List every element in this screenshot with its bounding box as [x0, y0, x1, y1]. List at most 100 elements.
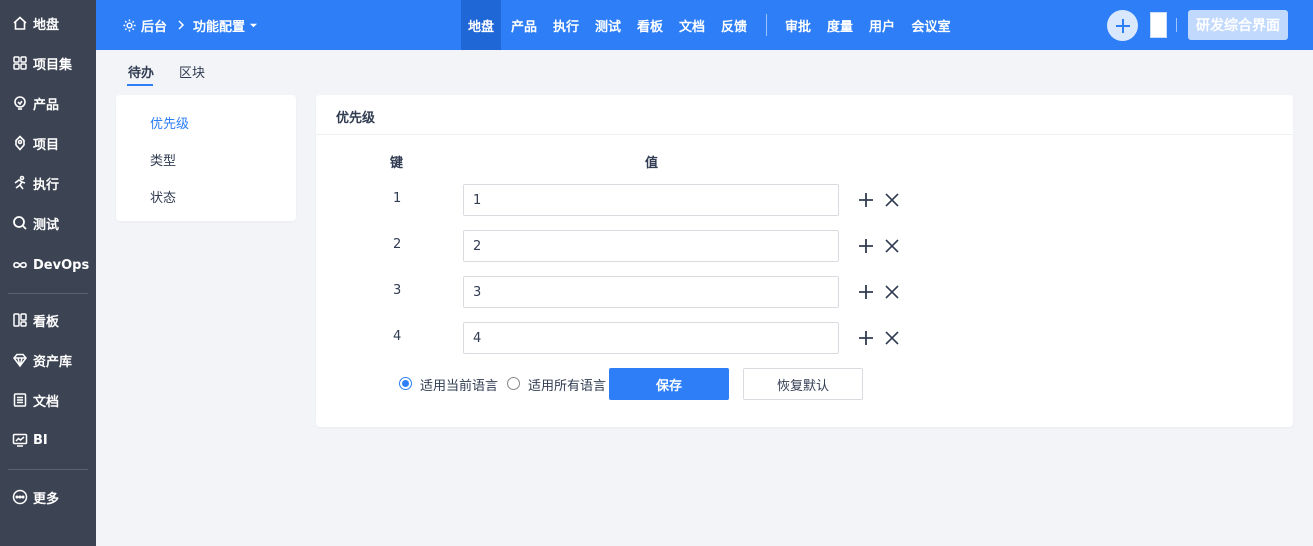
nav-label: 度量	[826, 19, 853, 35]
lightbulb-icon	[14, 96, 26, 110]
nav-dashboard[interactable]: 地盘	[461, 0, 501, 50]
breadcrumb-root[interactable]: 后台	[122, 0, 167, 50]
value-input[interactable]	[463, 322, 839, 354]
sidebar-item-more[interactable]: 更多	[0, 477, 96, 517]
nav-label: 地盘	[467, 19, 494, 35]
sidebar-item-assets[interactable]: 资产库	[0, 340, 96, 380]
close-icon[interactable]	[884, 330, 900, 346]
sidebar-item-test[interactable]: 测试	[0, 203, 96, 243]
value-input[interactable]	[463, 230, 839, 262]
sidebar-item-bi[interactable]: BI	[0, 420, 96, 460]
radio-current-language-label[interactable]: 适用当前语言	[420, 375, 498, 394]
run-icon	[14, 175, 26, 190]
plus-icon[interactable]	[858, 284, 874, 300]
sidebar-item-label: 产品	[33, 97, 60, 113]
sidebar-item-label: 文档	[33, 394, 60, 410]
project-icon	[15, 135, 25, 151]
plus-icon	[1115, 18, 1130, 33]
switch-interface-button[interactable]: 研发综合界面	[1188, 10, 1288, 40]
close-icon[interactable]	[884, 238, 900, 254]
radio-all-languages[interactable]	[507, 377, 520, 390]
nav-meeting-room[interactable]: 会议室	[907, 0, 955, 50]
nav-docs[interactable]: 文档	[674, 0, 710, 50]
top-header: 后台 功能配置 地盘 产品 执行 测试 看板 文档 反馈 审批 度量 用户 会议…	[96, 0, 1313, 50]
radio-all-languages-label[interactable]: 适用所有语言	[528, 375, 606, 394]
sidebar-item-label: 资产库	[33, 354, 73, 370]
nav-kanban[interactable]: 看板	[632, 0, 668, 50]
sidebar-item-label: 执行	[33, 177, 60, 193]
sidebar-item-label: DevOps	[33, 257, 90, 273]
value-input[interactable]	[463, 184, 839, 216]
more-icon	[12, 489, 28, 505]
nav-test[interactable]: 测试	[590, 0, 626, 50]
priority-panel: 优先级 键 值 1 2 3 4 适用当前语言 适用所有语言 保存 恢复默认	[316, 95, 1293, 427]
infinity-icon	[13, 261, 27, 269]
diamond-icon	[13, 353, 27, 368]
close-icon[interactable]	[884, 284, 900, 300]
chevron-right-icon	[176, 0, 186, 50]
nav-execution[interactable]: 执行	[548, 0, 584, 50]
nav-metrics[interactable]: 度量	[822, 0, 858, 50]
sidebar-item-execution[interactable]: 执行	[0, 163, 96, 203]
nav-label: 文档	[678, 19, 705, 35]
sidebar-item-label: 项目集	[33, 57, 73, 73]
plus-icon[interactable]	[858, 330, 874, 346]
switch-interface-label: 研发综合界面	[1196, 18, 1280, 34]
caret-down-icon	[249, 23, 258, 27]
sidebar-item-kanban[interactable]: 看板	[0, 300, 96, 340]
sidebar-item-label: 更多	[33, 491, 60, 507]
nav-feedback[interactable]: 反馈	[716, 0, 752, 50]
nav-product[interactable]: 产品	[506, 0, 542, 50]
nav-label: 执行	[552, 19, 579, 35]
value-input[interactable]	[463, 276, 839, 308]
plus-icon[interactable]	[858, 192, 874, 208]
sidebar-item-program[interactable]: 项目集	[0, 43, 96, 83]
create-button[interactable]	[1107, 10, 1138, 41]
sidebar-item-devops[interactable]: DevOps	[0, 245, 96, 285]
home-icon	[13, 16, 27, 30]
sidebar: 地盘 项目集 产品 项目 执行 测试 DevOps 看板 资产库 文档 BI 更…	[0, 0, 96, 546]
tab-todo[interactable]: 待办	[128, 62, 154, 81]
sidebar-item-project[interactable]: 项目	[0, 123, 96, 163]
radio-current-language[interactable]	[399, 377, 412, 390]
grid-icon	[13, 56, 27, 70]
breadcrumb-current[interactable]: 功能配置	[193, 0, 258, 50]
restore-default-button[interactable]: 恢复默认	[743, 368, 863, 400]
sidebar-item-label: 地盘	[33, 17, 60, 33]
close-icon[interactable]	[884, 192, 900, 208]
panel-divider	[316, 134, 1293, 135]
plus-icon[interactable]	[858, 238, 874, 254]
config-menu: 优先级 类型 状态	[116, 95, 296, 221]
nav-label: 测试	[594, 19, 621, 35]
avatar[interactable]	[1150, 12, 1167, 38]
nav-label: 用户	[868, 19, 895, 35]
nav-users[interactable]: 用户	[864, 0, 900, 50]
sidebar-item-label: 项目	[33, 137, 60, 153]
active-tab-indicator	[127, 84, 153, 86]
sidebar-item-label: 测试	[33, 217, 60, 233]
breadcrumb-current-label: 功能配置	[193, 19, 246, 35]
menu-item-priority[interactable]: 优先级	[150, 113, 189, 132]
nav-label: 反馈	[720, 19, 747, 35]
value-column-header: 值	[645, 156, 659, 171]
save-button[interactable]: 保存	[609, 368, 729, 400]
sidebar-item-label: 看板	[33, 314, 60, 330]
nav-label: 审批	[784, 19, 811, 35]
row-key: 3	[393, 283, 402, 298]
sidebar-item-docs[interactable]: 文档	[0, 380, 96, 420]
sidebar-divider	[8, 469, 88, 470]
document-icon	[13, 393, 27, 407]
sidebar-item-label: BI	[33, 432, 48, 448]
sidebar-item-product[interactable]: 产品	[0, 83, 96, 123]
sidebar-item-dashboard[interactable]: 地盘	[0, 3, 96, 43]
monitor-icon	[12, 433, 28, 447]
menu-item-type[interactable]: 类型	[150, 150, 176, 169]
row-key: 1	[393, 191, 402, 206]
menu-item-status[interactable]: 状态	[150, 187, 176, 206]
nav-label: 看板	[636, 19, 663, 35]
nav-approval[interactable]: 审批	[780, 0, 816, 50]
header-divider	[1176, 18, 1177, 32]
tab-block[interactable]: 区块	[179, 62, 205, 81]
sidebar-divider	[8, 293, 88, 294]
nav-label: 产品	[510, 19, 537, 35]
